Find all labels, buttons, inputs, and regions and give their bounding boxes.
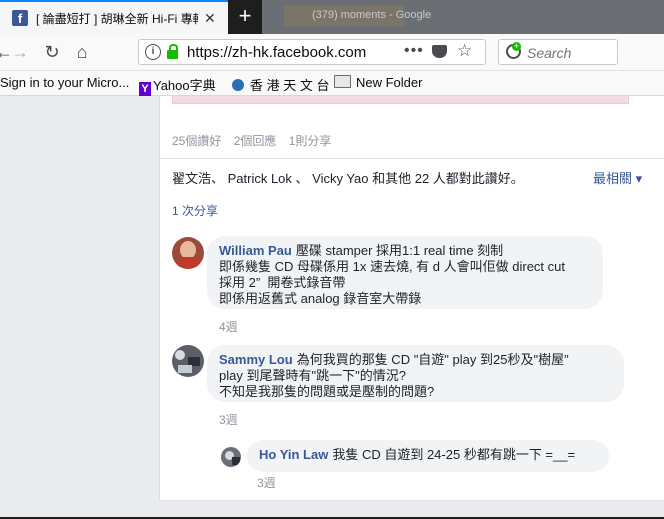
comment-text: 即係幾隻 CD 母碟係用 1x 速去燒, 有 d 人會叫佢做 direct cu… (219, 259, 565, 274)
comment-timestamp[interactable]: 4週 (219, 318, 238, 335)
forward-button[interactable]: → (8, 40, 32, 64)
avatar[interactable] (172, 237, 204, 269)
comment-text: 壓碟 stamper 採用1:1 real time 刻制 (295, 243, 504, 258)
tab-title: [ 論盡短打 ] 胡琳全新 Hi-Fi 專輯 (36, 11, 198, 26)
facebook-favicon-icon: f (12, 10, 28, 26)
comment-timestamp[interactable]: 3週 (257, 474, 276, 491)
post-image-bottom (172, 96, 629, 104)
likers-summary[interactable]: 翟文浩、 Patrick Lok 、 Vicky Yao 和其他 22 人都對此… (172, 168, 524, 187)
comment-text: play 到尾聲時有"跳一下"的情況? (219, 368, 406, 383)
comment-author[interactable]: Ho Yin Law (259, 447, 328, 462)
tab-background[interactable]: (379) moments - Google (262, 0, 664, 34)
likes-count[interactable]: 25個讚好 (172, 134, 221, 148)
comment-author[interactable]: William Pau (219, 243, 292, 258)
reload-button[interactable]: ↻ (40, 40, 64, 64)
close-tab-icon[interactable]: ✕ (204, 10, 216, 27)
reply-bubble: Ho Yin Law 我隻 CD 自遊到 24-25 秒都有跳一下 =__= (247, 440, 609, 472)
search-placeholder: Search (527, 45, 572, 61)
shares-count[interactable]: 1則分享 (289, 134, 332, 148)
info-icon[interactable]: i (145, 44, 161, 60)
bookmark-star-icon[interactable]: ☆ (457, 41, 472, 61)
post-stats: 25個讚好 2個回應 1則分享 (172, 132, 340, 149)
bookmark-hko[interactable]: 香 港 天 文 台 (232, 75, 329, 94)
lock-icon (167, 44, 178, 59)
comment-text: 我隻 CD 自遊到 24-25 秒都有跳一下 =__= (332, 447, 576, 462)
comment-timestamp[interactable]: 3週 (219, 411, 238, 428)
pocket-icon[interactable] (432, 45, 447, 58)
home-button[interactable]: ⌂ (70, 40, 94, 64)
add-search-engine-icon: + (512, 41, 521, 51)
post-card: 25個讚好 2個回應 1則分享 翟文浩、 Patrick Lok 、 Vicky… (159, 96, 664, 501)
comment-bubble: Sammy Lou 為何我買的那隻 CD "自遊" play 到25秒及"樹屋" … (207, 345, 624, 402)
tab-active[interactable]: f [ 論盡短打 ] 胡琳全新 Hi-Fi 專輯 ✕ (0, 0, 228, 34)
bookmark-new-folder[interactable]: New Folder (334, 75, 422, 90)
comment-text: 為何我買的那隻 CD "自遊" play 到25秒及"樹屋" (296, 352, 569, 367)
nav-toolbar: ← → ↻ ⌂ i https://zh-hk.facebook.com •••… (0, 34, 664, 71)
avatar[interactable] (172, 345, 204, 377)
comment-text: 即係用返舊式 analog 錄音室大帶錄 (219, 291, 422, 306)
comment-bubble: William Pau 壓碟 stamper 採用1:1 real time 刻制… (207, 236, 603, 309)
comment-author[interactable]: Sammy Lou (219, 352, 293, 367)
divider (160, 158, 664, 159)
address-bar[interactable]: i https://zh-hk.facebook.com ••• ☆ (138, 39, 486, 65)
bookmarks-toolbar: Sign in to your Micro... Y Yahoo字典 香 港 天 … (0, 71, 664, 96)
url-text[interactable]: https://zh-hk.facebook.com (187, 44, 367, 61)
new-tab-button[interactable]: + (232, 4, 258, 30)
bg-tab-title: (379) moments - Google (312, 9, 432, 21)
comment-text: 採用 2” 開卷式錄音帶 (219, 275, 346, 290)
yahoo-icon: Y (139, 82, 151, 96)
search-input[interactable]: + Search (498, 39, 618, 65)
bookmark-yahoo[interactable]: Y Yahoo字典 (139, 75, 216, 96)
comment-sort-dropdown[interactable]: 最相關 ▾ (593, 168, 642, 187)
bookmark-microsoft[interactable]: Sign in to your Micro... (0, 75, 129, 90)
tab-strip: f [ 論盡短打 ] 胡琳全新 Hi-Fi 專輯 ✕ + (379) momen… (0, 0, 664, 34)
comment-text: 不知是我那隻的問題或是壓制的問題? (219, 384, 435, 399)
comments-count[interactable]: 2個回應 (234, 134, 277, 148)
hko-icon (232, 79, 244, 91)
page-actions-icon[interactable]: ••• (404, 42, 424, 60)
avatar[interactable] (221, 447, 241, 467)
share-count-link[interactable]: 1 次分享 (172, 202, 218, 219)
folder-icon (334, 75, 351, 88)
